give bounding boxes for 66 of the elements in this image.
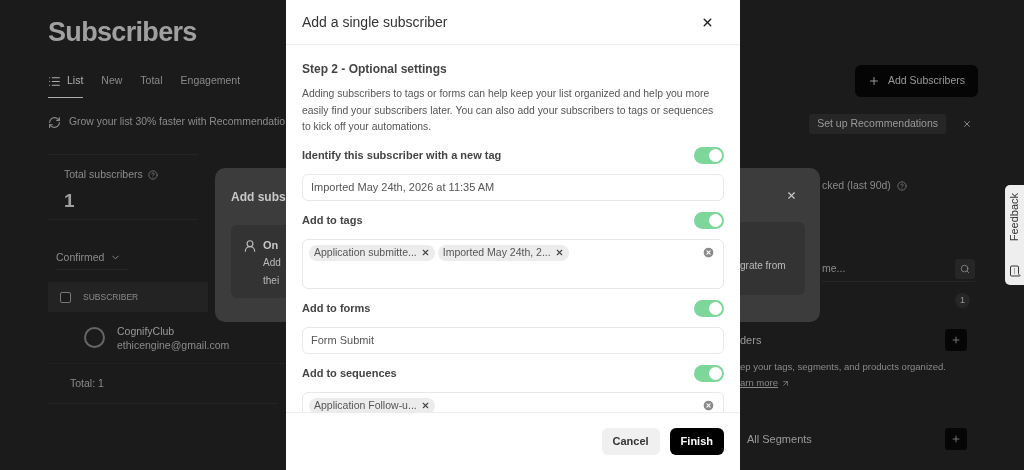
- setting-label: Add to forms: [302, 301, 371, 317]
- setting-label: Add to tags: [302, 213, 363, 229]
- step-heading: Step 2 - Optional settings: [302, 61, 448, 78]
- subscriber-name: CognifyClub: [117, 323, 176, 338]
- remove-icon[interactable]: [554, 248, 564, 257]
- remove-icon[interactable]: [420, 248, 430, 257]
- section-title: ders: [740, 332, 762, 348]
- search-field[interactable]: me...: [822, 261, 922, 278]
- toggle-switch[interactable]: [694, 300, 724, 317]
- description: Adding subscribers to tags or forms can help keep your list organized and help you more easily find your subscribers later. You can also add your subscribers to tags or sequences to kick off your automations.: [302, 87, 715, 134]
- section-description: ep your tags, segments, and products organized.: [740, 359, 947, 374]
- setting-label: Add to sequences: [302, 366, 397, 382]
- plus-icon: [867, 75, 880, 87]
- tag-chip: Imported May 24th, 2...: [437, 244, 569, 261]
- finish-button[interactable]: Finish: [669, 428, 724, 455]
- checkbox[interactable]: [60, 291, 71, 303]
- setting-label: Identify this subscriber with a new tag: [302, 148, 502, 164]
- stat-label: cked (last 90d): [822, 178, 891, 193]
- toggle-switch[interactable]: [694, 365, 724, 382]
- clear-icon[interactable]: [702, 245, 715, 259]
- external-link-icon: [781, 378, 790, 388]
- subscriber-email: ethicengine@gmail.com: [117, 337, 230, 352]
- feedback-tab[interactable]: Feedback: [1005, 185, 1024, 285]
- tag-field[interactable]: Application submitte... Imported May 24th, 2...: [302, 238, 724, 289]
- table-footer: Total: 1: [70, 375, 104, 392]
- close-icon[interactable]: [786, 190, 797, 201]
- option-text: thei: [263, 274, 281, 288]
- count-badge: 1: [955, 292, 970, 308]
- tag-chip: Application Follow-u...: [309, 397, 435, 412]
- banner-text: Grow your list 30% faster with Recommendatio: [69, 115, 285, 130]
- search-icon: [960, 264, 970, 275]
- option-text: Add: [263, 256, 281, 270]
- tab[interactable]: Engagement: [180, 73, 241, 98]
- option-text: grate from: [740, 260, 786, 271]
- search-button[interactable]: [955, 259, 975, 280]
- modal-title: Add a single subscriber: [302, 12, 448, 32]
- help-icon: [147, 169, 158, 180]
- tab[interactable]: Total: [140, 73, 163, 98]
- dialog-title: Add subs: [231, 189, 286, 205]
- text-field[interactable]: Form Submit: [302, 326, 724, 354]
- refresh-icon: [48, 115, 61, 129]
- section-title: All Segments: [747, 432, 812, 447]
- person-icon: [243, 239, 257, 253]
- tab[interactable]: List: [48, 73, 84, 98]
- column-header: SUBSCRIBER: [83, 290, 139, 304]
- stat-value: 1: [64, 188, 76, 213]
- stat-label: Total subscribers: [64, 167, 143, 182]
- page-title: Subscribers: [48, 16, 198, 48]
- option-title: On: [263, 238, 280, 253]
- text-field[interactable]: Imported May 24th, 2026 at 11:35 AM: [302, 173, 724, 201]
- add-subscribers-button[interactable]: Add Subscribers: [855, 65, 978, 97]
- status-dropdown[interactable]: Confirmed: [56, 246, 128, 270]
- recommendations-button[interactable]: Set up Recommendations: [809, 114, 946, 134]
- toggle-switch[interactable]: [694, 147, 724, 164]
- avatar: [84, 327, 105, 348]
- help-icon: [896, 180, 907, 191]
- remove-icon[interactable]: [420, 401, 430, 410]
- cancel-button[interactable]: Cancel: [601, 428, 660, 455]
- list-icon: [48, 74, 61, 88]
- plus-icon: [951, 434, 961, 445]
- tag-chip: Application submitte...: [309, 244, 435, 261]
- toggle-switch[interactable]: [694, 212, 724, 229]
- tab[interactable]: New: [101, 73, 123, 98]
- clear-icon[interactable]: [702, 398, 715, 412]
- learn-more-link[interactable]: arn more: [740, 376, 1024, 391]
- plus-icon: [951, 334, 961, 345]
